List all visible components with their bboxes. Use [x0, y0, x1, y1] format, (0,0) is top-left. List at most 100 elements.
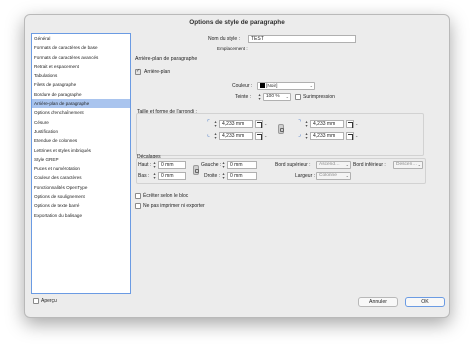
section-title: Arrière-plan de paragraphe [135, 56, 198, 62]
sidebar-item-export-tagging[interactable]: Exportation du balisage [32, 211, 130, 220]
sidebar-item-hyphenation[interactable]: Césure [32, 118, 130, 127]
top-edge-value: Ascend… [319, 162, 340, 167]
sidebar-item-grep-style[interactable]: Style GREP [32, 155, 130, 164]
bottom-left-size-input[interactable]: 4,233 mm [219, 132, 253, 140]
sidebar-item-bullets-numbering[interactable]: Puces et numérotation [32, 164, 130, 173]
color-select[interactable]: [Noir] ⌄ [257, 82, 315, 90]
cancel-button[interactable]: Annuler [358, 297, 398, 307]
category-sidebar: Général Formats de caractères de base Fo… [31, 33, 131, 294]
offset-right-label: Droite : [204, 173, 221, 179]
corners-panel [136, 113, 424, 156]
bottom-left-stepper[interactable]: ▲ ▼ [213, 132, 218, 140]
top-left-stepper[interactable]: ▲ ▼ [213, 120, 218, 128]
stepper-down-icon: ▼ [213, 136, 218, 140]
clip-to-frame-label: Écrêter selon le bloc [143, 193, 189, 199]
bottom-edge-label: Bord inférieur : [353, 162, 386, 168]
sidebar-item-paragraph-shading[interactable]: Arrière-plan de paragraphe [32, 99, 130, 109]
bottom-left-shape-select[interactable] [255, 132, 263, 140]
sidebar-item-character-color[interactable]: Couleur des caractères [32, 173, 130, 182]
offset-top-input[interactable]: 0 mm [158, 161, 186, 169]
style-name-input[interactable]: TEST [248, 35, 356, 43]
link-corners-icon[interactable] [278, 124, 284, 134]
sidebar-item-indents-spacing[interactable]: Retrait et espacement [32, 62, 130, 71]
stepper-down-icon: ▼ [304, 124, 309, 128]
ok-button[interactable]: OK [405, 297, 445, 307]
chevron-down-icon[interactable]: ⌄ [355, 132, 359, 140]
offset-bottom-stepper[interactable]: ▲ ▼ [152, 172, 157, 180]
clip-to-frame-checkbox[interactable] [135, 193, 141, 199]
top-edge-select[interactable]: Ascend… ⌄ [316, 161, 351, 169]
offset-right-input[interactable]: 0 mm [227, 172, 257, 180]
sidebar-item-tabs[interactable]: Tabulations [32, 71, 130, 80]
top-right-corner-icon: ⌝ [298, 120, 301, 126]
no-print-checkbox[interactable] [135, 203, 141, 209]
sidebar-item-paragraph-rules[interactable]: Filets de paragraphe [32, 80, 130, 89]
top-left-corner-icon: ⌜ [207, 120, 210, 126]
bottom-right-stepper[interactable]: ▲ ▼ [304, 132, 309, 140]
bottom-right-corner-icon: ⌟ [298, 132, 301, 138]
chevron-down-icon: ⌄ [285, 94, 289, 99]
color-value: [Noir] [266, 84, 278, 89]
top-left-size-input[interactable]: 4,233 mm [219, 120, 253, 128]
sidebar-item-paragraph-border[interactable]: Bordure de paragraphe [32, 90, 130, 99]
background-checkbox-label: Arrière-plan [144, 69, 171, 75]
sidebar-item-opentype-features[interactable]: Fonctionnalités OpenType [32, 183, 130, 192]
chevron-down-icon[interactable]: ⌄ [355, 120, 359, 128]
offset-bottom-label: Bas : [138, 173, 150, 179]
sidebar-item-general[interactable]: Général [32, 34, 130, 43]
width-label: Largeur : [295, 173, 316, 179]
top-right-stepper[interactable]: ▲ ▼ [304, 120, 309, 128]
stepper-down-icon: ▼ [304, 136, 309, 140]
overprint-checkbox[interactable] [295, 94, 301, 100]
offset-left-stepper[interactable]: ▲ ▼ [221, 161, 226, 169]
stepper-down-icon: ▼ [221, 165, 226, 169]
style-name-label: Nom du style : [208, 36, 240, 42]
top-left-shape-select[interactable] [255, 120, 263, 128]
width-select[interactable]: Colonne ⌄ [316, 172, 351, 180]
color-label: Couleur : [232, 83, 253, 89]
tint-stepper[interactable]: ▲ ▼ [257, 93, 262, 101]
offset-top-label: Haut : [138, 162, 152, 168]
offset-left-label: Gauche : [201, 162, 222, 168]
chevron-down-icon[interactable]: ⌄ [264, 120, 268, 128]
chevron-down-icon: ⌄ [345, 162, 349, 167]
offset-bottom-input[interactable]: 0 mm [158, 172, 186, 180]
chevron-down-icon: ⌄ [309, 83, 313, 88]
tint-value: 100 % [266, 94, 280, 99]
preview-label: Aperçu [41, 298, 57, 304]
offset-left-input[interactable]: 0 mm [227, 161, 257, 169]
stepper-down-icon: ▼ [152, 165, 157, 169]
location-label: Emplacement : [217, 46, 248, 51]
link-offsets-icon[interactable] [193, 165, 199, 175]
width-value: Colonne [319, 173, 337, 178]
chevron-down-icon: ⌄ [417, 162, 421, 167]
tint-select[interactable]: 100 % ⌄ [263, 93, 291, 101]
no-print-label: Ne pas imprimer ni exporter [143, 203, 205, 209]
top-right-size-input[interactable]: 4,233 mm [310, 120, 344, 128]
top-right-shape-select[interactable] [346, 120, 354, 128]
bottom-edge-select[interactable]: Descen… ⌄ [393, 161, 423, 169]
preview-checkbox[interactable] [33, 298, 39, 304]
bottom-right-size-input[interactable]: 4,233 mm [310, 132, 344, 140]
sidebar-item-advanced-character-formats[interactable]: Formats de caractères avancés [32, 53, 130, 62]
stepper-down-icon: ▼ [213, 124, 218, 128]
tint-label: Teinte : [235, 94, 252, 100]
stepper-down-icon: ▼ [257, 97, 262, 101]
chevron-down-icon[interactable]: ⌄ [264, 132, 268, 140]
paragraph-style-options-dialog: Options de style de paragraphe Général F… [24, 14, 450, 318]
sidebar-item-basic-character-formats[interactable]: Formats de caractères de base [32, 43, 130, 52]
offset-top-stepper[interactable]: ▲ ▼ [152, 161, 157, 169]
sidebar-item-justification[interactable]: Justification [32, 127, 130, 136]
sidebar-item-drop-caps-nested-styles[interactable]: Lettrines et styles imbriqués [32, 146, 130, 155]
sidebar-item-keep-options[interactable]: Options d'enchaînement [32, 108, 130, 117]
sidebar-item-span-columns[interactable]: Etendue de colonnes [32, 136, 130, 145]
offset-right-stepper[interactable]: ▲ ▼ [221, 172, 226, 180]
overprint-label: Surimpression [303, 94, 335, 100]
bottom-left-corner-icon: ⌞ [207, 132, 210, 138]
sidebar-item-underline-options[interactable]: Options de soulignement [32, 192, 130, 201]
bottom-right-shape-select[interactable] [346, 132, 354, 140]
stepper-down-icon: ▼ [152, 176, 157, 180]
background-checkbox[interactable] [135, 68, 141, 75]
top-edge-label: Bord supérieur : [275, 162, 311, 168]
sidebar-item-strikethrough-options[interactable]: Options de texte barré [32, 201, 130, 210]
